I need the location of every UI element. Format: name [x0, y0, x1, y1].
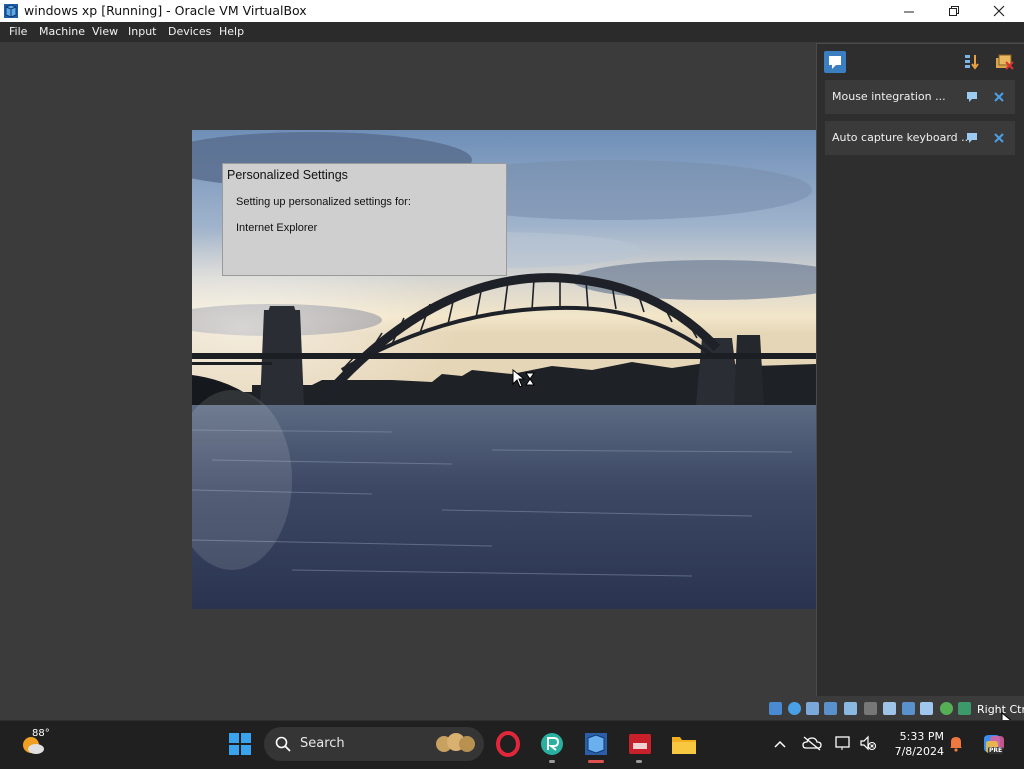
close-icon [993, 5, 1005, 17]
notification-auto-capture-keyboard[interactable]: Auto capture keyboard ... [825, 121, 1015, 155]
taskbar-clock[interactable]: 5:33 PM 7/8/2024 [880, 729, 944, 759]
search-label: Search [300, 736, 345, 751]
onedrive-offline-icon[interactable] [802, 735, 822, 751]
running-indicator [549, 760, 555, 763]
dialog-message: Setting up personalized settings for: [236, 196, 411, 208]
virtualization-icon[interactable] [920, 702, 933, 715]
dialog-component: Internet Explorer [236, 222, 318, 234]
close-notification-icon[interactable] [993, 132, 1005, 144]
clock-date: 7/8/2024 [894, 745, 944, 758]
taskbar-search-box[interactable]: Search [264, 727, 484, 761]
weather-temperature: 88° [32, 728, 50, 739]
title-bar: windows xp [Running] - Oracle VM Virtual… [0, 0, 1024, 22]
network-icon[interactable] [824, 702, 837, 715]
recording-icon[interactable] [902, 702, 915, 715]
vm-status-bar: Right Ctrl [768, 698, 1024, 731]
maximize-button[interactable] [931, 0, 977, 22]
volume-muted-icon[interactable] [859, 735, 877, 751]
app-icon-r[interactable] [539, 731, 565, 757]
restore-icon [948, 5, 959, 16]
notification-mouse-integration[interactable]: Mouse integration ... [825, 80, 1015, 114]
chevron-up-icon[interactable] [773, 738, 787, 750]
pin-message-icon[interactable] [966, 91, 978, 103]
window-title: windows xp [Running] - Oracle VM Virtual… [24, 3, 307, 18]
menu-help[interactable]: Help [219, 25, 244, 38]
dismiss-all-icon[interactable] [994, 53, 1014, 71]
usb-icon[interactable] [844, 702, 857, 715]
active-indicator [588, 760, 604, 763]
notification-bell-icon[interactable] [948, 734, 964, 752]
busy-cursor-icon [512, 369, 535, 388]
mouse-integration-icon[interactable] [958, 702, 971, 715]
menu-bar: File Machine View Input Devices Help [0, 22, 1024, 42]
running-indicator [636, 760, 642, 763]
menu-machine[interactable]: Machine [39, 25, 85, 38]
notification-text: Auto capture keyboard ... [832, 131, 972, 144]
menu-view[interactable]: View [92, 25, 118, 38]
search-icon [275, 736, 291, 752]
audio-icon[interactable] [806, 702, 819, 715]
display-status-icon[interactable] [834, 735, 852, 751]
search-highlight-icon [436, 733, 475, 752]
display-icon[interactable] [883, 702, 896, 715]
guest-additions-icon[interactable] [940, 702, 953, 715]
menu-input[interactable]: Input [128, 25, 156, 38]
minimize-button[interactable] [886, 0, 932, 22]
minimize-icon [903, 11, 914, 12]
clock-time: 5:33 PM [899, 730, 944, 743]
shared-folders-icon[interactable] [864, 702, 877, 715]
message-icon [829, 56, 841, 69]
pin-message-icon[interactable] [966, 132, 978, 144]
menu-file[interactable]: File [9, 25, 27, 38]
virtualbox-icon [4, 4, 18, 18]
app-icon-red[interactable] [627, 731, 653, 757]
notification-text: Mouse integration ... [832, 90, 946, 103]
start-button[interactable] [228, 732, 252, 756]
menu-devices[interactable]: Devices [168, 25, 211, 38]
optical-drive-icon[interactable] [788, 702, 801, 715]
notification-center: Mouse integration ... Auto capture keybo… [816, 43, 1024, 696]
virtualbox-taskbar-icon[interactable] [583, 731, 609, 757]
close-button[interactable] [976, 0, 1022, 22]
notification-toggle-button[interactable] [824, 51, 846, 73]
sort-icon[interactable] [963, 53, 981, 71]
hard-disk-icon[interactable] [769, 702, 782, 715]
opera-icon[interactable] [495, 731, 521, 757]
close-notification-icon[interactable] [993, 91, 1005, 103]
dialog-title: Personalized Settings [227, 168, 348, 182]
copilot-preview-badge: PRE [988, 747, 1004, 754]
copilot-button[interactable]: PRE [980, 731, 1006, 757]
file-explorer-icon[interactable] [671, 732, 697, 756]
personalized-settings-dialog: Personalized Settings Setting up persona… [222, 163, 507, 276]
